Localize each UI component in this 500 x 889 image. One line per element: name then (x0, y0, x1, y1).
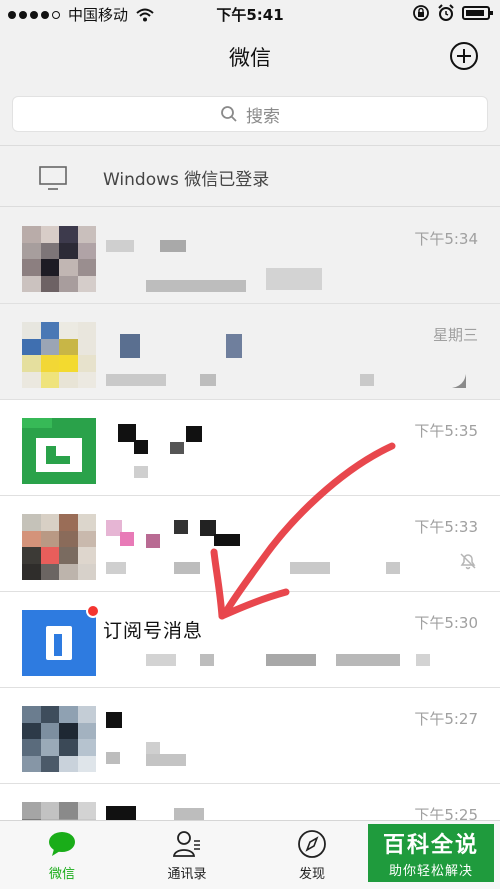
blurred-name (226, 334, 242, 358)
blurred-name (106, 712, 122, 728)
tab-contacts[interactable]: 通讯录 (137, 827, 237, 887)
blurred-message (174, 562, 200, 574)
watermark-subtitle: 助你轻松解决 (388, 864, 473, 879)
tab-label: 发现 (298, 867, 325, 882)
chat-row[interactable]: 星期三 (0, 304, 500, 400)
nav-bar: 微信 (0, 28, 500, 84)
blurred-message (146, 754, 186, 766)
blurred-message (106, 562, 126, 574)
chat-time: 下午5:34 (414, 230, 478, 248)
page-title: 微信 (229, 46, 271, 70)
chat-time: 星期三 (432, 326, 478, 344)
battery-icon (462, 6, 493, 20)
subscription-avatar (22, 610, 96, 676)
folder-app-icon (22, 418, 96, 484)
blurred-name (106, 806, 136, 820)
monitor-icon (39, 166, 67, 190)
blurred-message (200, 374, 216, 386)
avatar (22, 418, 96, 484)
chat-time: 下午5:35 (414, 422, 478, 440)
blurred-name (170, 442, 184, 454)
avatar (22, 322, 96, 388)
avatar (22, 226, 96, 292)
blurred-message (360, 374, 374, 386)
alarm-icon (438, 4, 454, 21)
tab-discover[interactable]: 发现 (262, 827, 362, 887)
chat-time: 下午5:30 (414, 614, 478, 632)
blurred-message (266, 268, 322, 290)
status-bar: 中国移动 下午5:41 (0, 0, 500, 28)
blurred-message (134, 466, 148, 478)
blurred-message (106, 374, 166, 386)
search-placeholder: 搜索 (246, 106, 280, 127)
tab-chats[interactable]: 微信 (12, 827, 112, 887)
unread-dot (86, 604, 100, 618)
message-status-icon (452, 374, 466, 388)
windows-login-banner[interactable]: Windows 微信已登录 (0, 145, 500, 207)
blurred-name (160, 240, 186, 252)
blurred-message (146, 280, 246, 292)
blurred-name (186, 426, 202, 442)
chat-row[interactable]: 下午5:35 (0, 400, 500, 496)
chat-row[interactable]: 下午5:33 (0, 496, 500, 592)
avatar (22, 706, 96, 772)
blurred-name (106, 240, 134, 252)
blurred-name (174, 520, 188, 534)
watermark-title: 百科全说 (382, 833, 479, 858)
chat-time: 下午5:33 (414, 518, 478, 536)
tab-label: 通讯录 (167, 867, 207, 882)
chat-row[interactable]: 下午5:34 (0, 208, 500, 304)
blurred-name (214, 534, 240, 546)
search-icon (221, 106, 237, 122)
status-right (412, 4, 493, 22)
blurred-message (146, 742, 160, 754)
blurred-name (146, 534, 160, 548)
blurred-name (174, 808, 204, 820)
blurred-message (106, 752, 120, 764)
subscription-icon (46, 626, 72, 660)
chat-row[interactable]: 下午5:27 (0, 688, 500, 784)
tab-label: 微信 (48, 867, 75, 882)
search-bar[interactable]: 搜索 (12, 96, 488, 132)
login-banner-text: Windows 微信已登录 (103, 170, 270, 190)
blurred-message (290, 562, 330, 574)
contacts-icon (172, 831, 200, 857)
watermark-badge: 百科全说 助你轻松解决 (368, 824, 494, 882)
blurred-name (120, 334, 140, 358)
blurred-name (134, 440, 148, 454)
chat-bubble-icon (49, 832, 75, 856)
blurred-message (146, 654, 176, 666)
chat-list: 下午5:34 星期三 下午5:35 下午5:33 订阅号消息 下午5:30 下午… (0, 208, 500, 880)
avatar (22, 514, 96, 580)
blurred-message (416, 654, 430, 666)
chat-row-subscriptions[interactable]: 订阅号消息 下午5:30 (0, 592, 500, 688)
compass-icon (298, 830, 326, 858)
chat-name: 订阅号消息 (103, 620, 204, 642)
blurred-message (336, 654, 400, 666)
blurred-message (386, 562, 400, 574)
add-plus-button[interactable] (450, 42, 478, 70)
blurred-message (266, 654, 316, 666)
chat-time: 下午5:27 (414, 710, 478, 728)
mute-bell-icon (460, 553, 476, 570)
blurred-name (120, 532, 134, 546)
blurred-message (200, 654, 214, 666)
rotation-lock-icon (413, 5, 429, 21)
